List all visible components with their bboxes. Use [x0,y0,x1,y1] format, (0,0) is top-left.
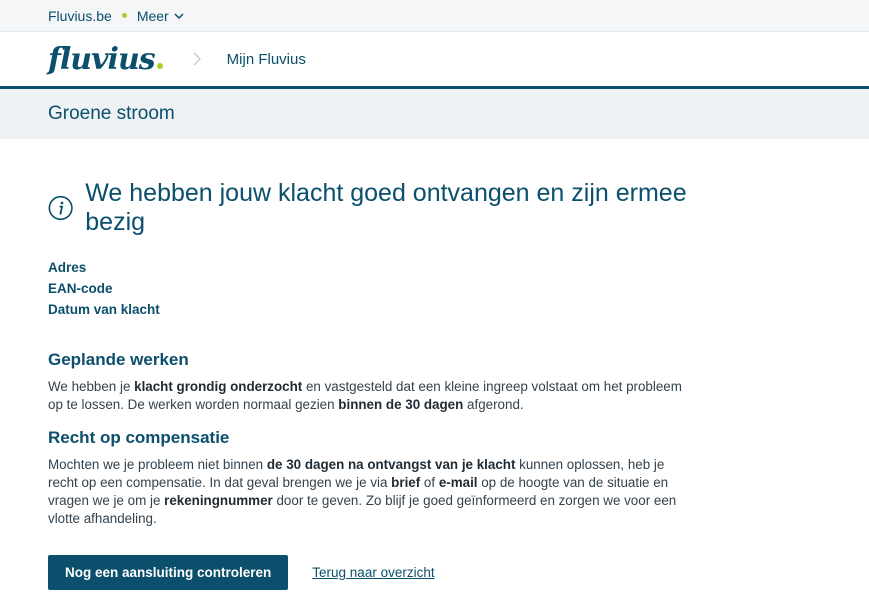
separator-dot [121,13,127,18]
section-heading: Recht op compensatie [48,428,230,447]
logo-dot [156,62,163,69]
info-icon [48,195,73,221]
emphasis-text: klacht grondig onderzocht [134,379,303,394]
breadcrumb-mijn-fluvius[interactable]: Mijn Fluvius [227,51,306,68]
top-bar: Fluvius.be Meer [0,0,869,32]
complaint-details: Adres EAN-code Datum van klacht [48,257,688,320]
body-text: We hebben je [48,379,135,394]
detail-complaint-date-label: Datum van klacht [48,302,160,317]
body-text: of [420,475,439,490]
section-heading: Geplande werken [48,350,189,369]
section-text: Mochten we je probleem niet binnen de 30… [48,456,688,528]
page-title: We hebben jouw klacht goed ontvangen en … [85,179,687,236]
detail-address-label: Adres [48,260,87,275]
fluvius-logo[interactable]: fluvius [48,42,163,77]
emphasis-text: e-mail [438,475,478,490]
main-content: We hebben jouw klacht goed ontvangen en … [0,179,688,590]
chevron-right-icon [193,52,201,66]
site-link[interactable]: Fluvius.be [48,8,112,24]
more-menu-label: Meer [136,7,169,24]
site-header: fluvius Mijn Fluvius [0,32,869,89]
section-text: We hebben je klacht grondig onderzocht e… [48,378,688,414]
section-compensation: Recht op compensatie Mochten we je probl… [48,428,688,528]
section-planned-works: Geplande werken We hebben je klacht gron… [48,350,688,414]
emphasis-text: binnen de 30 dagen [338,397,464,412]
chevron-down-icon [174,12,184,19]
actions: Nog een aansluiting controleren Terug na… [48,555,688,590]
back-to-overview-link[interactable]: Terug naar overzicht [312,565,434,580]
emphasis-text: brief [391,475,421,490]
check-another-connection-button[interactable]: Nog een aansluiting controleren [48,555,289,590]
detail-ean-label: EAN-code [48,281,113,296]
emphasis-text: de 30 dagen na ontvangst van je klacht [266,457,516,472]
page-section-title: Groene stroom [0,89,869,139]
emphasis-text: rekeningnummer [164,493,273,508]
body-text: afgerond. [463,397,524,412]
more-menu[interactable]: Meer [137,8,184,24]
logo-text: fluvius [48,41,156,77]
body-text: Mochten we je probleem niet binnen [48,457,267,472]
confirmation-title-row: We hebben jouw klacht goed ontvangen en … [48,179,688,237]
